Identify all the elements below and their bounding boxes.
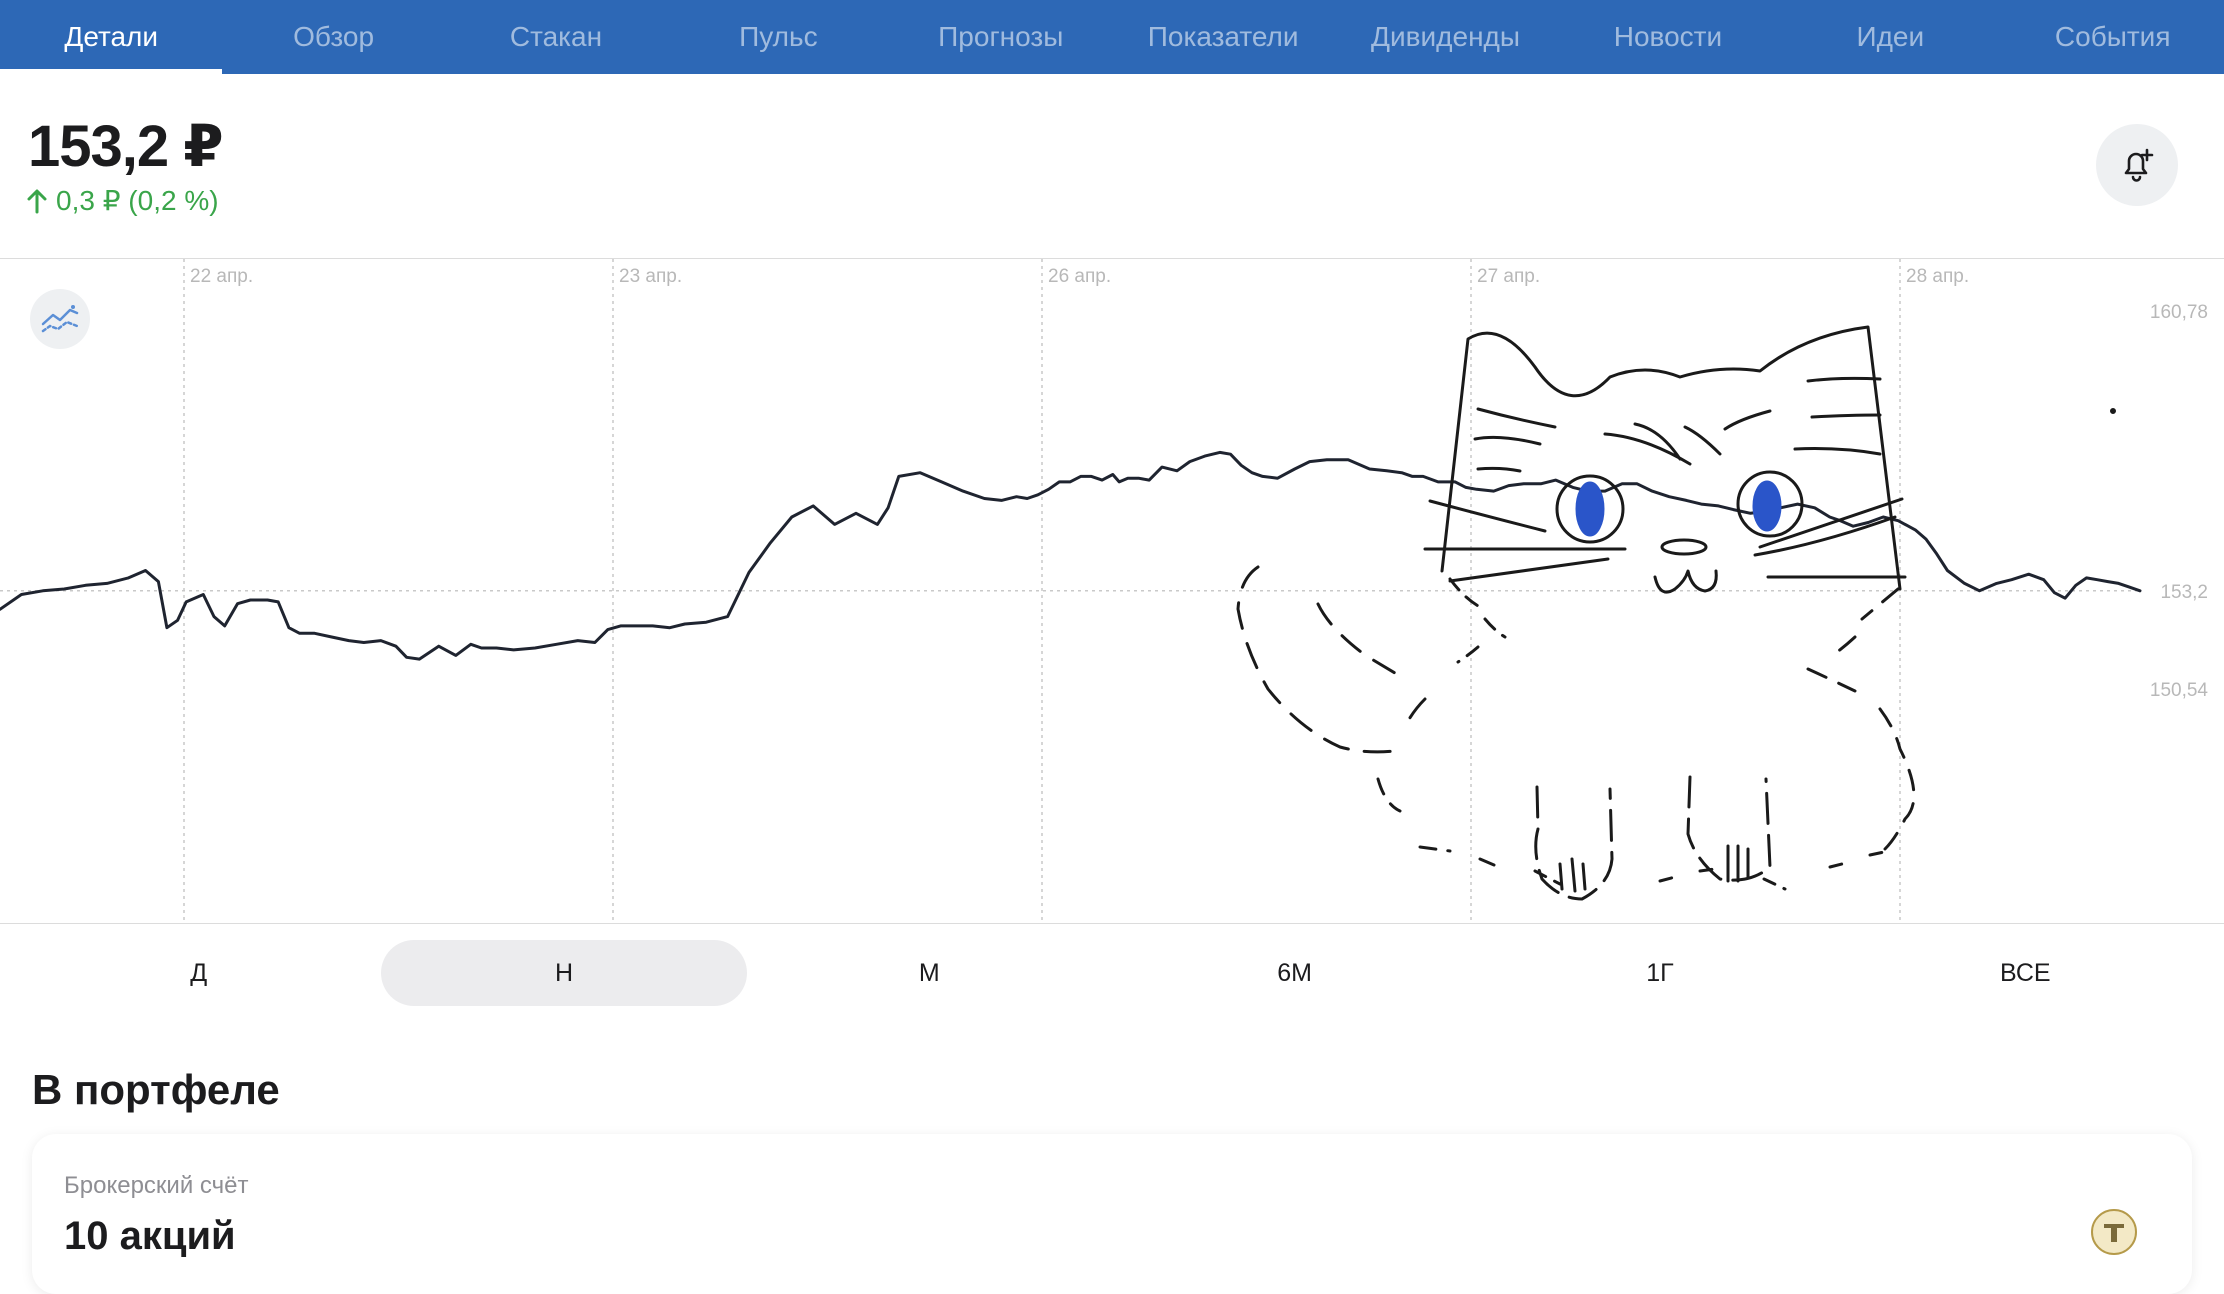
x-tick-label: 28 апр. <box>1906 266 1969 287</box>
period-week[interactable]: Н <box>381 940 747 1006</box>
price-chart-svg: 22 апр. 23 апр. 26 апр. 27 апр. 28 апр. 160,… <box>0 259 2209 923</box>
tab-overview[interactable]: Обзор <box>222 0 444 74</box>
period-six-months[interactable]: 6М <box>1112 940 1477 1006</box>
tab-forecasts[interactable]: Прогнозы <box>890 0 1112 74</box>
tab-order-book[interactable]: Стакан <box>445 0 667 74</box>
chart-indicators-button[interactable] <box>30 289 90 349</box>
tab-ideas[interactable]: Идеи <box>1779 0 2001 74</box>
current-price: 153,2 ₽ <box>28 114 224 179</box>
price-alert-button[interactable] <box>2096 124 2178 206</box>
x-axis-tick-labels: 22 апр. 23 апр. 26 апр. 27 апр. 28 апр. <box>190 266 1969 287</box>
broker-account-card[interactable]: Брокерский счёт 10 акций <box>32 1134 2192 1294</box>
arrow-up-icon <box>27 189 47 213</box>
price-series-line <box>0 450 2142 661</box>
holdings-count: 10 акций <box>64 1214 236 1258</box>
period-year[interactable]: 1Г <box>1477 940 1842 1006</box>
price-change: 0,3 ₽ (0,2 %) <box>26 184 219 217</box>
bell-plus-icon <box>2124 148 2154 182</box>
x-tick-label: 22 апр. <box>190 266 253 287</box>
period-month[interactable]: М <box>747 940 1112 1006</box>
period-selector: Д Н М 6М 1Г ВСЕ <box>16 940 2208 1006</box>
tab-pulse[interactable]: Пульс <box>667 0 889 74</box>
period-day[interactable]: Д <box>16 940 381 1006</box>
price-change-value: 0,3 ₽ (0,2 %) <box>56 185 219 216</box>
indicators-icon <box>41 305 79 333</box>
bank-logo-icon <box>2091 1209 2137 1255</box>
tab-bar: Детали Обзор Стакан Пульс Прогнозы Показ… <box>0 0 2224 74</box>
portfolio-title: В портфеле <box>32 1066 280 1113</box>
cat-drawing <box>1236 325 2116 901</box>
tab-indicators[interactable]: Показатели <box>1112 0 1334 74</box>
account-label: Брокерский счёт <box>64 1172 249 1199</box>
y-tick-label: 160,78 <box>2150 302 2208 323</box>
x-tick-label: 23 апр. <box>619 266 682 287</box>
price-chart[interactable]: 22 апр. 23 апр. 26 апр. 27 апр. 28 апр. 160,… <box>0 258 2224 924</box>
y-tick-label: 150,54 <box>2150 680 2209 701</box>
y-tick-label: 153,2 <box>2160 582 2208 603</box>
x-tick-label: 26 апр. <box>1048 266 1111 287</box>
y-axis-tick-labels: 160,78 153,2 150,54 <box>2150 302 2209 701</box>
tab-dividends[interactable]: Дивиденды <box>1334 0 1556 74</box>
tab-details[interactable]: Детали <box>0 0 223 74</box>
tab-events[interactable]: События <box>2002 0 2224 74</box>
x-tick-label: 27 апр. <box>1477 266 1540 287</box>
period-all[interactable]: ВСЕ <box>1843 940 2208 1006</box>
tab-news[interactable]: Новости <box>1557 0 1779 74</box>
